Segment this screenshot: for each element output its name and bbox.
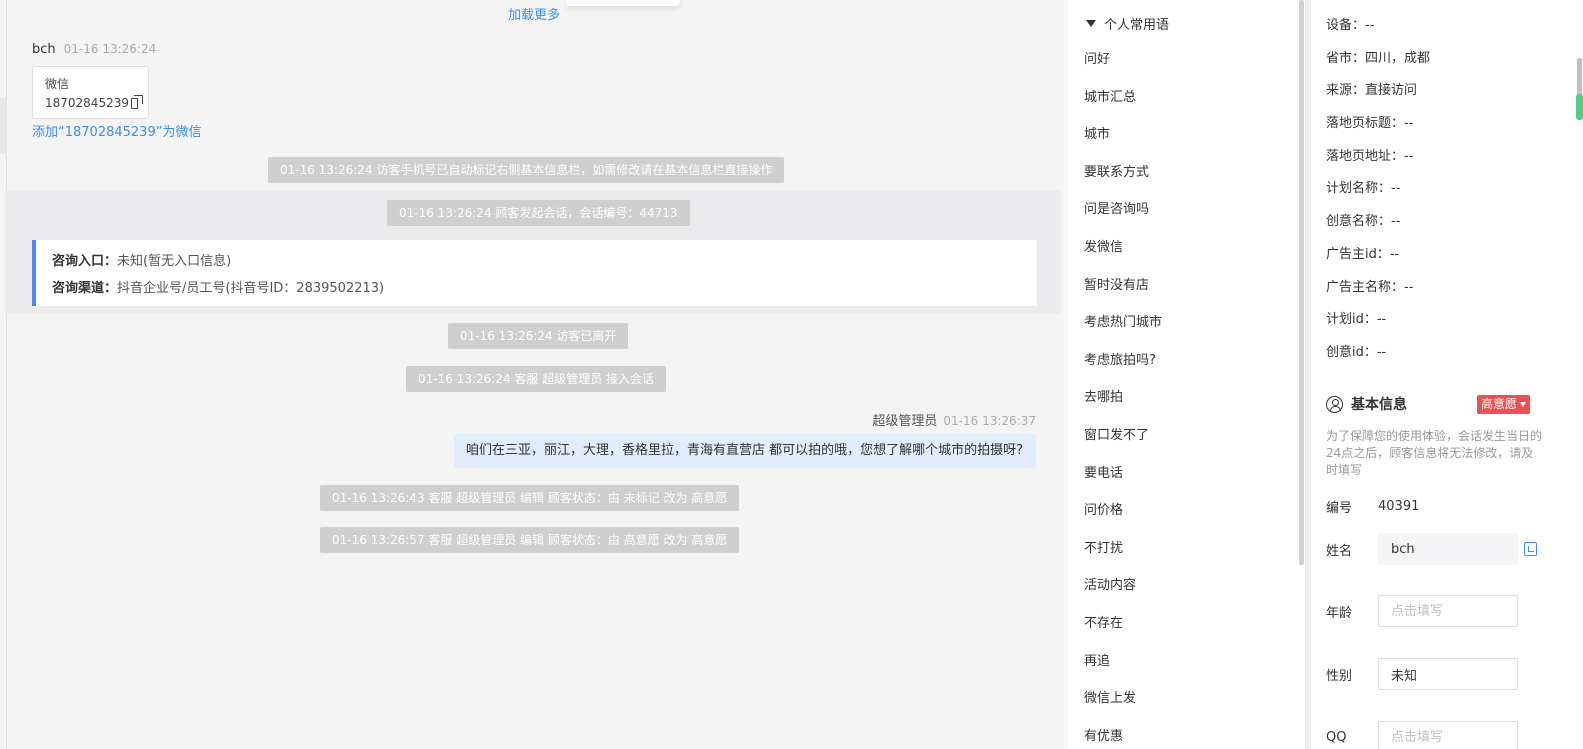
app-root: 加载更多 bch 01-16 13:26:24 微信 18702845239 添加… (0, 0, 1583, 749)
info-item: 来源：直接访问 (1326, 83, 1418, 99)
consult-channel-label: 咨询渠道： (52, 281, 118, 296)
phrase-list: 问好 城市汇总 城市 要联系方式 问是咨询吗 发微信 暂时没有店 考虑热门城市 … (1084, 41, 1162, 749)
chat-side-handle[interactable] (0, 98, 6, 154)
system-message: 01-16 13:26:24 顾客发起会话，会话编号：44713 (387, 200, 690, 226)
wechat-card-number-row: 18702845239 (45, 94, 144, 113)
gender-field[interactable] (1378, 658, 1518, 690)
intent-status-label: 高意愿 (1481, 397, 1518, 411)
consult-channel-value: 抖音企业号/员工号(抖音号ID：2839502213) (117, 281, 385, 296)
edit-notice: 为了保障您的使用体验，会话发生当日的24点之后，顾客信息将无法修改，请及时填写 (1326, 429, 1543, 477)
phrase-item[interactable]: 不存在 (1084, 605, 1162, 643)
phrase-scrollbar[interactable] (1299, 0, 1304, 565)
name-field[interactable] (1378, 533, 1518, 565)
id-row: 编号 40391 (1326, 497, 1419, 516)
consult-entry-value: 未知(暂无入口信息) (117, 254, 232, 269)
agent-name: 超级管理员 (872, 414, 938, 429)
phrase-group-title: 个人常用语 (1104, 18, 1170, 33)
phrase-item[interactable]: 要电话 (1084, 455, 1162, 493)
qq-label: QQ (1326, 729, 1347, 745)
phrase-item[interactable]: 不打扰 (1084, 530, 1162, 568)
phrase-item[interactable]: 窗口发不了 (1084, 417, 1162, 455)
name-label: 姓名 (1326, 543, 1353, 559)
copy-icon[interactable] (1524, 542, 1537, 556)
consult-channel-row: 咨询渠道：抖音企业号/员工号(抖音号ID：2839502213) (52, 275, 1037, 302)
phrase-item[interactable]: 发微信 (1084, 229, 1162, 267)
info-item: 创意id：-- (1326, 344, 1387, 360)
phrase-item[interactable]: 考虑热门城市 (1084, 304, 1162, 342)
load-more-link[interactable]: 加载更多 (0, 4, 1068, 23)
consult-entry-row: 咨询入口：未知(暂无入口信息) (52, 248, 1037, 275)
info-panel-edge (1306, 0, 1311, 749)
phrase-item[interactable]: 要联系方式 (1084, 154, 1162, 192)
info-item: 创意名称：-- (1326, 214, 1401, 230)
name-row: 姓名 (1326, 533, 1537, 565)
info-item: 省市：四川，成都 (1326, 50, 1431, 66)
phrase-item[interactable]: 城市 (1084, 116, 1162, 154)
phrase-group-header[interactable]: 个人常用语 (1086, 14, 1169, 33)
gender-label: 性别 (1326, 668, 1353, 684)
user-icon (1326, 395, 1343, 413)
info-item: 广告主名称：-- (1326, 279, 1414, 295)
visitor-source-list: 设备：-- 省市：四川，成都 来源：直接访问 落地页标题：-- 落地页地址：--… (1326, 10, 1430, 370)
age-label: 年龄 (1326, 605, 1353, 621)
phrase-item[interactable]: 考虑旅拍吗? (1084, 342, 1162, 380)
id-label: 编号 (1326, 501, 1353, 516)
phrase-item[interactable]: 活动内容 (1084, 567, 1162, 605)
agent-message-bubble: 咱们在三亚，丽江，大理，香格里拉，青海有直营店 都可以拍的哦，您想了解哪个城市的… (454, 434, 1036, 468)
wechat-card: 微信 18702845239 (32, 66, 149, 119)
info-item: 计划名称：-- (1326, 181, 1401, 197)
qq-row: QQ (1326, 721, 1518, 749)
phrase-item[interactable]: 问好 (1084, 41, 1162, 79)
intent-status-dropdown[interactable]: 高意愿 (1477, 395, 1531, 414)
phrase-item[interactable]: 问价格 (1084, 492, 1162, 530)
system-message: 01-16 13:26:24 客服 超级管理员 接入会话 (406, 366, 667, 392)
chat-pane: 加载更多 bch 01-16 13:26:24 微信 18702845239 添加… (0, 0, 1068, 749)
wechat-card-title: 微信 (45, 77, 70, 91)
chat-pane-border (6, 0, 7, 749)
consult-entry-card: 咨询入口：未知(暂无入口信息) 咨询渠道：抖音企业号/员工号(抖音号ID：283… (32, 240, 1037, 306)
qq-field[interactable] (1378, 721, 1518, 749)
visitor-message-time: 01-16 13:26:24 (63, 42, 157, 56)
agent-message-meta: 超级管理员 01-16 13:26:37 (872, 410, 1036, 429)
visitor-message-meta: bch 01-16 13:26:24 (32, 42, 156, 57)
wechat-card-number: 18702845239 (45, 96, 129, 110)
age-row: 年龄 (1326, 595, 1518, 627)
caret-down-icon (1086, 20, 1096, 27)
info-scroll-indicator (1576, 94, 1583, 120)
caret-down-icon (1520, 402, 1527, 407)
phrase-item[interactable]: 再追 (1084, 643, 1162, 681)
info-item: 计划id：-- (1326, 312, 1387, 328)
consult-entry-label: 咨询入口： (52, 254, 118, 269)
copy-icon[interactable] (130, 95, 144, 109)
phrase-item[interactable]: 城市汇总 (1084, 79, 1162, 117)
system-message: 01-16 13:26:57 客服 超级管理员 编辑 顾客状态：由 高意愿 改为… (320, 527, 740, 553)
add-wechat-link[interactable]: 添加“18702845239”为微信 (32, 121, 201, 140)
system-message: 01-16 13:26:24 访客手机号已自动标记右侧基本信息栏，如需修改请在基… (268, 157, 785, 183)
basic-info-header: 基本信息 (1326, 394, 1407, 414)
agent-message-time: 01-16 13:26:37 (943, 414, 1036, 428)
system-message: 01-16 13:26:43 客服 超级管理员 编辑 顾客状态：由 未标记 改为… (320, 485, 740, 511)
quick-phrases-panel: 个人常用语 问好 城市汇总 城市 要联系方式 问是咨询吗 发微信 暂时没有店 考… (1068, 0, 1304, 749)
basic-info-title: 基本信息 (1351, 397, 1407, 413)
phrase-item[interactable]: 去哪拍 (1084, 379, 1162, 417)
phrase-item[interactable]: 问是咨询吗 (1084, 191, 1162, 229)
age-field[interactable] (1378, 595, 1518, 627)
gender-row: 性别 (1326, 658, 1518, 690)
id-value: 40391 (1378, 499, 1420, 514)
visitor-name: bch (32, 42, 56, 57)
info-item: 落地页标题：-- (1326, 116, 1414, 132)
visitor-info-panel: 设备：-- 省市：四川，成都 来源：直接访问 落地页标题：-- 落地页地址：--… (1306, 0, 1583, 749)
phrase-item[interactable]: 暂时没有店 (1084, 267, 1162, 305)
info-item: 设备：-- (1326, 18, 1375, 33)
system-message: 01-16 13:26:24 访客已离开 (448, 323, 629, 349)
phrase-item[interactable]: 有优惠 (1084, 718, 1162, 749)
info-item: 广告主id：-- (1326, 246, 1400, 262)
phrase-item[interactable]: 微信上发 (1084, 680, 1162, 718)
info-item: 落地页地址：-- (1326, 148, 1414, 164)
